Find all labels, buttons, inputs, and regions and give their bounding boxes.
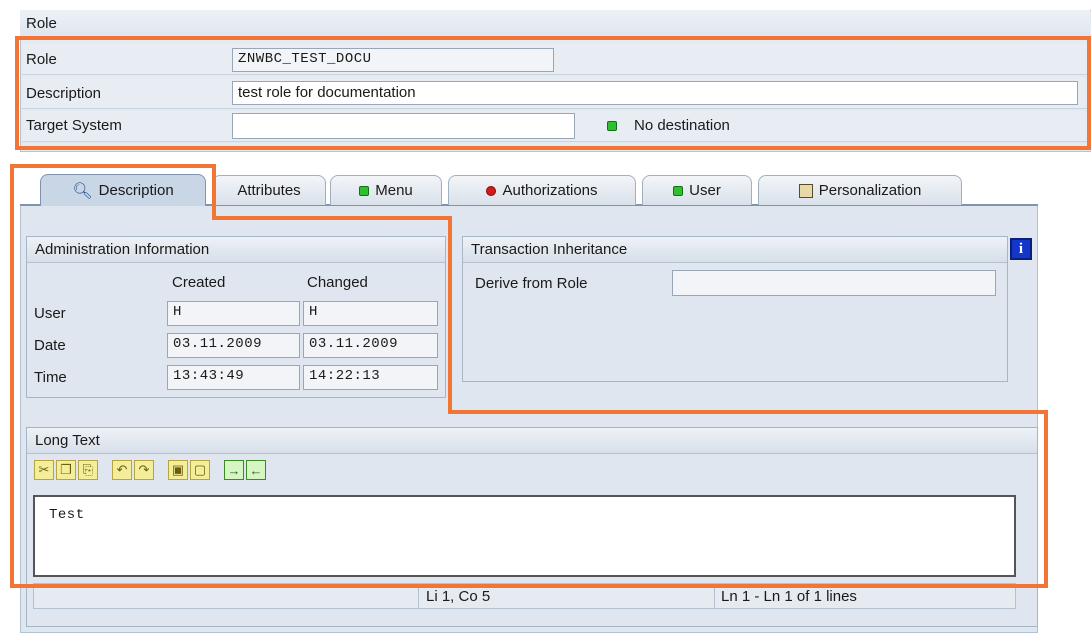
transaction-inheritance-panel: Transaction Inheritance (462, 236, 1008, 382)
changed-header: Changed (307, 274, 368, 291)
undo-icon[interactable]: ↶ (112, 460, 132, 480)
tab-label: Menu (375, 182, 413, 199)
changed-user-field[interactable]: H (303, 301, 438, 326)
created-header: Created (172, 274, 226, 291)
green-led-icon (673, 185, 684, 196)
highlight-line (448, 410, 1048, 414)
export-icon[interactable]: ← (246, 460, 266, 480)
redo-icon[interactable]: ↷ (134, 460, 154, 480)
highlight-line (10, 584, 1048, 588)
highlight-header (15, 36, 1091, 150)
changed-time-field[interactable]: 14:22:13 (303, 365, 438, 390)
highlight-line (1044, 410, 1048, 588)
personalization-icon (798, 183, 813, 198)
tab-attributes[interactable]: Attributes (212, 175, 326, 205)
highlight-line (448, 216, 452, 414)
cursor-position: Li 1, Co 5 (426, 588, 491, 605)
tab-authorizations[interactable]: Authorizations (448, 175, 636, 205)
tab-label: User (689, 182, 721, 199)
highlight-line (10, 164, 14, 588)
green-led-icon (359, 185, 370, 196)
tab-label: Personalization (818, 182, 922, 199)
tab-label: Description (98, 182, 174, 199)
long-text-title: Long Text (27, 428, 1037, 454)
find-next-icon[interactable]: ▢ (190, 460, 210, 480)
long-text-content: Test (49, 507, 85, 523)
derive-from-role-label: Derive from Role (475, 275, 588, 292)
find-icon[interactable]: ▣ (168, 460, 188, 480)
info-icon: i (1018, 240, 1024, 257)
tab-label: Authorizations (502, 182, 598, 199)
highlight-line (212, 164, 216, 220)
tab-label: Attributes (237, 182, 301, 199)
import-icon[interactable]: → (224, 460, 244, 480)
highlight-line (10, 164, 216, 168)
copy-icon[interactable]: ❐ (56, 460, 76, 480)
long-text-toolbar: ✂ ❐ ⎘ ↶ ↷ ▣ ▢ → ← (34, 460, 394, 482)
admin-date-label: Date (34, 337, 66, 354)
created-user-field[interactable]: H (167, 301, 300, 326)
info-button[interactable]: i (1010, 238, 1032, 260)
admin-info-title: Administration Information (27, 237, 445, 263)
admin-user-label: User (34, 305, 66, 322)
tab-menu[interactable]: Menu (330, 175, 442, 205)
tab-description[interactable]: 🔍︎ Description (40, 174, 206, 206)
tab-personalization[interactable]: Personalization (758, 175, 962, 205)
red-status-icon (486, 185, 497, 196)
line-count: Ln 1 - Ln 1 of 1 lines (721, 588, 857, 605)
magnifier-icon: 🔍︎ (72, 182, 93, 200)
long-text-editor[interactable]: Test (33, 495, 1016, 577)
changed-date-field[interactable]: 03.11.2009 (303, 333, 438, 358)
admin-time-label: Time (34, 369, 67, 386)
header-title-bar: Role (20, 10, 1090, 39)
paste-icon[interactable]: ⎘ (78, 460, 98, 480)
header-title: Role (26, 15, 57, 32)
highlight-line (212, 216, 452, 220)
created-time-field[interactable]: 13:43:49 (167, 365, 300, 390)
transaction-inheritance-title: Transaction Inheritance (463, 237, 1007, 263)
tab-user[interactable]: User (642, 175, 752, 205)
derive-from-role-field[interactable] (672, 270, 996, 296)
created-date-field[interactable]: 03.11.2009 (167, 333, 300, 358)
cut-icon[interactable]: ✂ (34, 460, 54, 480)
